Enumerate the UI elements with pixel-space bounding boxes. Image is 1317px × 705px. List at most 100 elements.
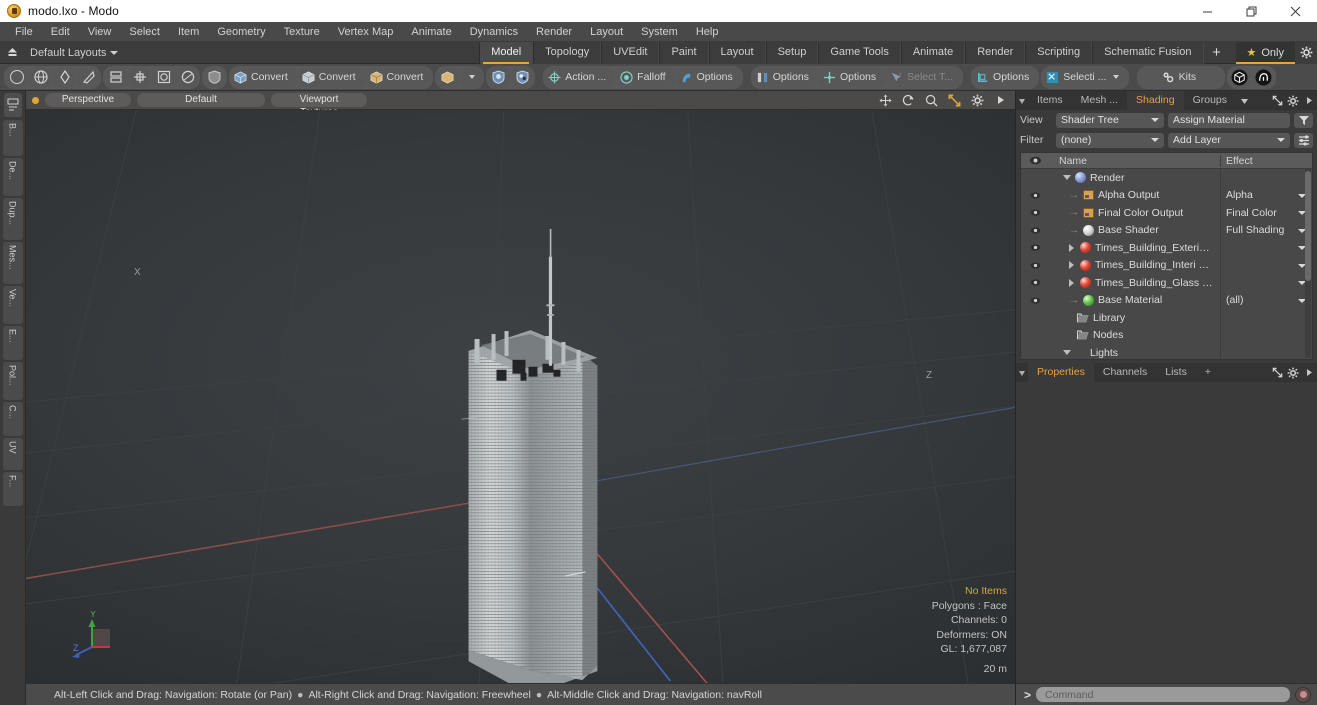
left-tab-mesh-edit[interactable]: Mes... <box>2 242 23 284</box>
tab-properties[interactable]: Properties <box>1028 363 1094 382</box>
tab-paint[interactable]: Paint <box>659 41 709 64</box>
minimize-icon[interactable] <box>1185 0 1229 22</box>
table-row[interactable]: → Alpha Output Alpha <box>1021 186 1312 204</box>
tab-scripting[interactable]: Scripting <box>1025 41 1093 64</box>
table-row[interactable]: Times_Building_Interi … <box>1021 256 1312 274</box>
table-row[interactable]: Nodes <box>1021 326 1312 344</box>
menu-item-select[interactable]: Select <box>120 22 169 42</box>
tab-mesh[interactable]: Mesh ... <box>1071 91 1128 110</box>
tab-animate[interactable]: Animate <box>900 41 966 64</box>
row-eye-icon[interactable] <box>1021 260 1049 271</box>
twisty-right-icon[interactable] <box>1067 278 1076 287</box>
viewport-mode-perspective[interactable]: Perspective <box>45 93 131 107</box>
twisty-down-icon[interactable] <box>1062 348 1071 357</box>
tab-render[interactable]: Render <box>965 41 1026 64</box>
restore-icon[interactable] <box>1229 0 1273 22</box>
view-dropdown[interactable]: Shader Tree <box>1056 112 1164 128</box>
tab-game-tools[interactable]: Game Tools <box>818 41 901 64</box>
viewport-shading-textures[interactable]: Viewport Textures <box>271 93 367 118</box>
left-tab-vertex[interactable]: Ve... <box>2 286 23 324</box>
left-tab-deform[interactable]: De... <box>2 158 23 196</box>
tab-schematic-fusion[interactable]: Schematic Fusion <box>1092 41 1204 64</box>
black-cube-icon[interactable] <box>1228 66 1252 88</box>
circle-icon[interactable] <box>5 66 28 88</box>
globe-icon[interactable] <box>29 66 52 88</box>
filter-dropdown[interactable]: (none) <box>1056 132 1164 148</box>
zoom-icon[interactable] <box>923 92 940 109</box>
menu-item-file[interactable]: File <box>6 22 42 42</box>
convert-button-1[interactable]: Convert <box>230 66 297 88</box>
left-tab-fusion[interactable]: F... <box>2 472 23 506</box>
table-row[interactable]: Library <box>1021 309 1312 327</box>
knife-icon[interactable] <box>77 66 100 88</box>
row-eye-icon[interactable] <box>1021 207 1049 218</box>
table-row[interactable]: Times_Building_Glass … <box>1021 274 1312 292</box>
sphere-shield-icon[interactable] <box>487 66 511 88</box>
target-box-icon[interactable] <box>152 66 175 88</box>
left-tab-basic[interactable]: B... <box>2 120 23 156</box>
select-through-button[interactable]: Select T... <box>886 66 963 88</box>
close-icon[interactable] <box>1273 0 1317 22</box>
panel-collapse-icon[interactable] <box>1016 97 1028 105</box>
expand-icon[interactable] <box>1269 363 1285 382</box>
sphere-shield-2-icon[interactable] <box>511 66 535 88</box>
ellipse-icon[interactable] <box>176 66 199 88</box>
3d-viewport[interactable]: X Z Y Z No Items Polygons: Face Channel… <box>26 110 1015 683</box>
record-icon[interactable] <box>1295 686 1311 703</box>
left-tab-polygon[interactable]: Pol... <box>2 362 23 400</box>
fit-icon[interactable] <box>946 92 963 109</box>
table-row[interactable]: Render <box>1021 169 1312 187</box>
menu-item-edit[interactable]: Edit <box>42 22 79 42</box>
shader-tree-scrollbar[interactable] <box>1305 169 1311 358</box>
convert-button-2[interactable]: Convert <box>297 66 365 88</box>
left-tab-duplicate[interactable]: Dup... <box>2 198 23 240</box>
tab-setup[interactable]: Setup <box>765 41 819 64</box>
chevron-right-icon[interactable] <box>1301 91 1317 110</box>
row-eye-icon[interactable] <box>1021 242 1049 253</box>
assign-material-button[interactable]: Assign Material <box>1168 112 1290 128</box>
menu-item-item[interactable]: Item <box>169 22 208 42</box>
gear-icon[interactable] <box>1295 41 1317 64</box>
add-properties-tab-button[interactable]: + <box>1195 363 1220 382</box>
row-eye-icon[interactable] <box>1021 277 1049 288</box>
tab-items[interactable]: Items <box>1028 91 1072 110</box>
chevron-right-icon[interactable] <box>1301 363 1317 382</box>
menu-item-view[interactable]: View <box>79 22 121 42</box>
dropdown-arrow-icon[interactable] <box>460 66 484 88</box>
tab-model[interactable]: Model <box>479 41 534 64</box>
viewport-preset-default[interactable]: Default <box>137 93 265 107</box>
menu-item-help[interactable]: Help <box>687 22 728 42</box>
shader-tree[interactable]: Name Effect Render → Alpha Output Alpha … <box>1020 152 1313 362</box>
menu-item-layout[interactable]: Layout <box>581 22 632 42</box>
stack-icon[interactable] <box>104 66 127 88</box>
add-layer-dropdown[interactable]: Add Layer <box>1168 132 1290 148</box>
pan-icon[interactable] <box>877 92 894 109</box>
cube-small-icon[interactable] <box>436 66 460 88</box>
symmetry-options-button[interactable]: Options <box>751 66 818 88</box>
menu-item-animate[interactable]: Animate <box>402 22 460 42</box>
funnel-icon[interactable] <box>1294 112 1313 128</box>
expand-icon[interactable] <box>1269 91 1285 110</box>
pen-icon[interactable] <box>53 66 76 88</box>
twisty-right-icon[interactable] <box>1067 261 1076 270</box>
list-options-icon[interactable] <box>1294 132 1313 148</box>
left-tab-uv[interactable]: UV <box>2 438 23 470</box>
shield-icon[interactable] <box>203 66 226 88</box>
tab-layout[interactable]: Layout <box>708 41 766 64</box>
menu-item-system[interactable]: System <box>632 22 687 42</box>
unity-icon[interactable] <box>1252 66 1276 88</box>
table-row[interactable]: → Base Shader Full Shading <box>1021 221 1312 239</box>
menu-item-render[interactable]: Render <box>527 22 581 42</box>
tab-lists[interactable]: Lists <box>1156 363 1196 382</box>
row-eye-icon[interactable] <box>1021 190 1049 201</box>
workplane-options-button[interactable]: Options <box>818 66 886 88</box>
chevron-right-icon[interactable] <box>992 92 1009 109</box>
table-row[interactable]: → Base Material (all) <box>1021 291 1312 309</box>
menu-item-vertex-map[interactable]: Vertex Map <box>329 22 403 42</box>
menu-item-geometry[interactable]: Geometry <box>208 22 274 42</box>
left-tab-curve[interactable]: C... <box>2 402 23 436</box>
command-input[interactable]: Command <box>1036 687 1290 702</box>
table-row[interactable]: → Final Color Output Final Color <box>1021 204 1312 222</box>
gear-icon[interactable] <box>1285 363 1301 382</box>
panel-toggle-icon[interactable] <box>3 93 22 117</box>
